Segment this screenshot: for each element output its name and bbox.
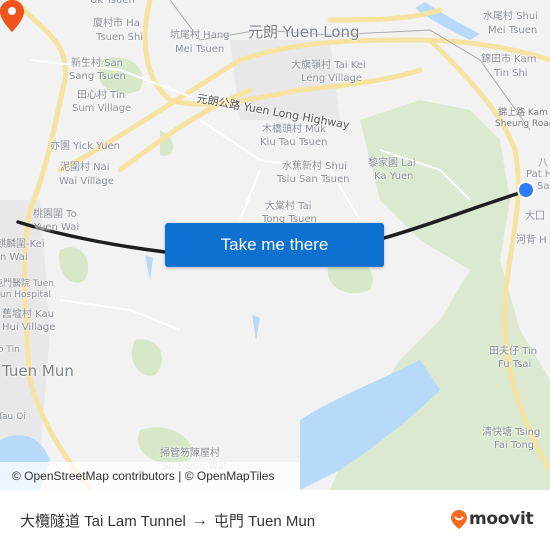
map-label-kam-tin-shi-en: Tin Shi xyxy=(494,68,528,79)
map-label-kei-lun: 麒麟圍-Kei xyxy=(0,239,45,250)
map-label-kau-hui-en: Hui Village xyxy=(2,322,56,333)
map-label-tai-tong: 大棠村 Tai xyxy=(265,201,312,212)
footer-bar: 大欖隧道 Tai Lam Tunnel → 屯門 Tuen Mun moovit xyxy=(0,490,550,550)
map-label-muk-kiu: 木橋頭村 Muk xyxy=(262,124,326,135)
map-label-lai-ka: 黎家園 Lai xyxy=(368,158,416,169)
map-label-ha-tsuen-shi: 廈村市 Ha xyxy=(93,18,140,29)
moovit-wordmark: moovit xyxy=(469,509,534,529)
map-label-tin-sum: 田心村 Tin xyxy=(77,90,126,101)
destination-name: 屯門 Tuen Mun xyxy=(213,513,316,530)
map-label-tin-fu-tsai: 田夫仔 Tin xyxy=(489,346,538,357)
map-label-tai-wo: 大囗 xyxy=(525,211,545,222)
map-label-po-tin: o Tin xyxy=(0,345,20,355)
map-label-shui-tsiu-en: Tsiu San Tsuen xyxy=(277,174,350,185)
map-view[interactable]: Uk Tsuen 廈村市 Ha Tsuen Shi 坑尾村 Hang Mei T… xyxy=(0,0,550,490)
map-label-muk-kiu-en: Kiu Tau Tsuen xyxy=(260,137,328,148)
origin-stop-name: 大欖隧道 Tai Lam Tunnel xyxy=(20,513,186,530)
map-label-tin-fu-tsai-en: Fu Tsai xyxy=(498,359,532,370)
map-label-kei-lun-en: n Wai xyxy=(0,252,28,263)
map-label-hang-mei: 坑尾村 Hang xyxy=(170,30,230,41)
map-label-kau-hui: 舊墟村 Kau xyxy=(2,309,55,320)
map-label-yick-yuen: 亦園 Yick Yuen xyxy=(50,141,120,152)
map-label-so-kwun-wat: 掃管笏陳屋村 xyxy=(160,448,220,459)
map-label-kam-sheung-en: Sheung Road xyxy=(495,119,550,129)
map-label-uk-tsuen: Uk Tsuen xyxy=(90,0,135,6)
take-me-there-button[interactable]: Take me there xyxy=(165,223,384,267)
moovit-pin-icon xyxy=(451,509,467,529)
map-label-tsing-fai-en: Fai Tong xyxy=(494,440,535,451)
map-label-pat-heung-en2: Sa xyxy=(537,181,550,192)
map-label-tin-sum-en: Sum Village xyxy=(72,103,132,114)
map-label-hang-mei-en: Mei Tsuen xyxy=(175,44,225,55)
map-attribution[interactable]: © OpenStreetMap contributors | © OpenMap… xyxy=(0,462,300,490)
moovit-logo[interactable]: moovit xyxy=(451,509,534,529)
map-label-tm-hospital-en: un Hospital xyxy=(0,290,51,300)
map-label-shui-mei-en: Mei Tsuen xyxy=(488,25,538,36)
map-label-ha-tsuen-shi-en: Tsuen Shi xyxy=(96,32,144,43)
map-label-to-yuen: 桃園圍 To xyxy=(33,209,77,220)
map-label-tai-kei-leng: 大旗嶺村 Tai Kei xyxy=(291,60,366,71)
map-label-nai-wai-en: Wai Village xyxy=(59,176,114,187)
map-label-tuen-mun: Tuen Mun xyxy=(2,362,74,380)
map-label-tsing-fai: 清快塘 Tsing xyxy=(482,427,541,438)
map-label-to-yuen-en: Yuen Wai xyxy=(34,222,80,233)
map-label-san-sang: 新生村 San xyxy=(71,58,123,69)
map-label-tau-oi: Tau Oi xyxy=(0,412,26,422)
map-label-nai-wai: 泥圍村 Nai xyxy=(60,162,110,173)
map-label-shui-mei: 水尾村 Shui xyxy=(483,11,538,22)
map-label-yuen-long: 元朗 Yuen Long xyxy=(248,23,360,41)
origin-marker[interactable] xyxy=(517,181,535,199)
map-label-san-sang-en: Sang Tsuen xyxy=(69,71,126,82)
map-label-shui-tsiu: 水蕉新村 Shui xyxy=(282,161,347,172)
map-label-tai-kei-leng-en: Leng Village xyxy=(301,73,362,84)
map-label-ho-pui: 河背 H xyxy=(516,235,547,246)
arrow-right-icon: → xyxy=(191,511,208,529)
route-title: 大欖隧道 Tai Lam Tunnel → 屯門 Tuen Mun xyxy=(20,510,315,531)
map-label-lai-ka-en: Ka Yuen xyxy=(374,171,414,182)
map-label-kam-tin-shi: 錦田市 Kam xyxy=(481,54,537,65)
destination-pin-icon[interactable] xyxy=(0,0,24,32)
